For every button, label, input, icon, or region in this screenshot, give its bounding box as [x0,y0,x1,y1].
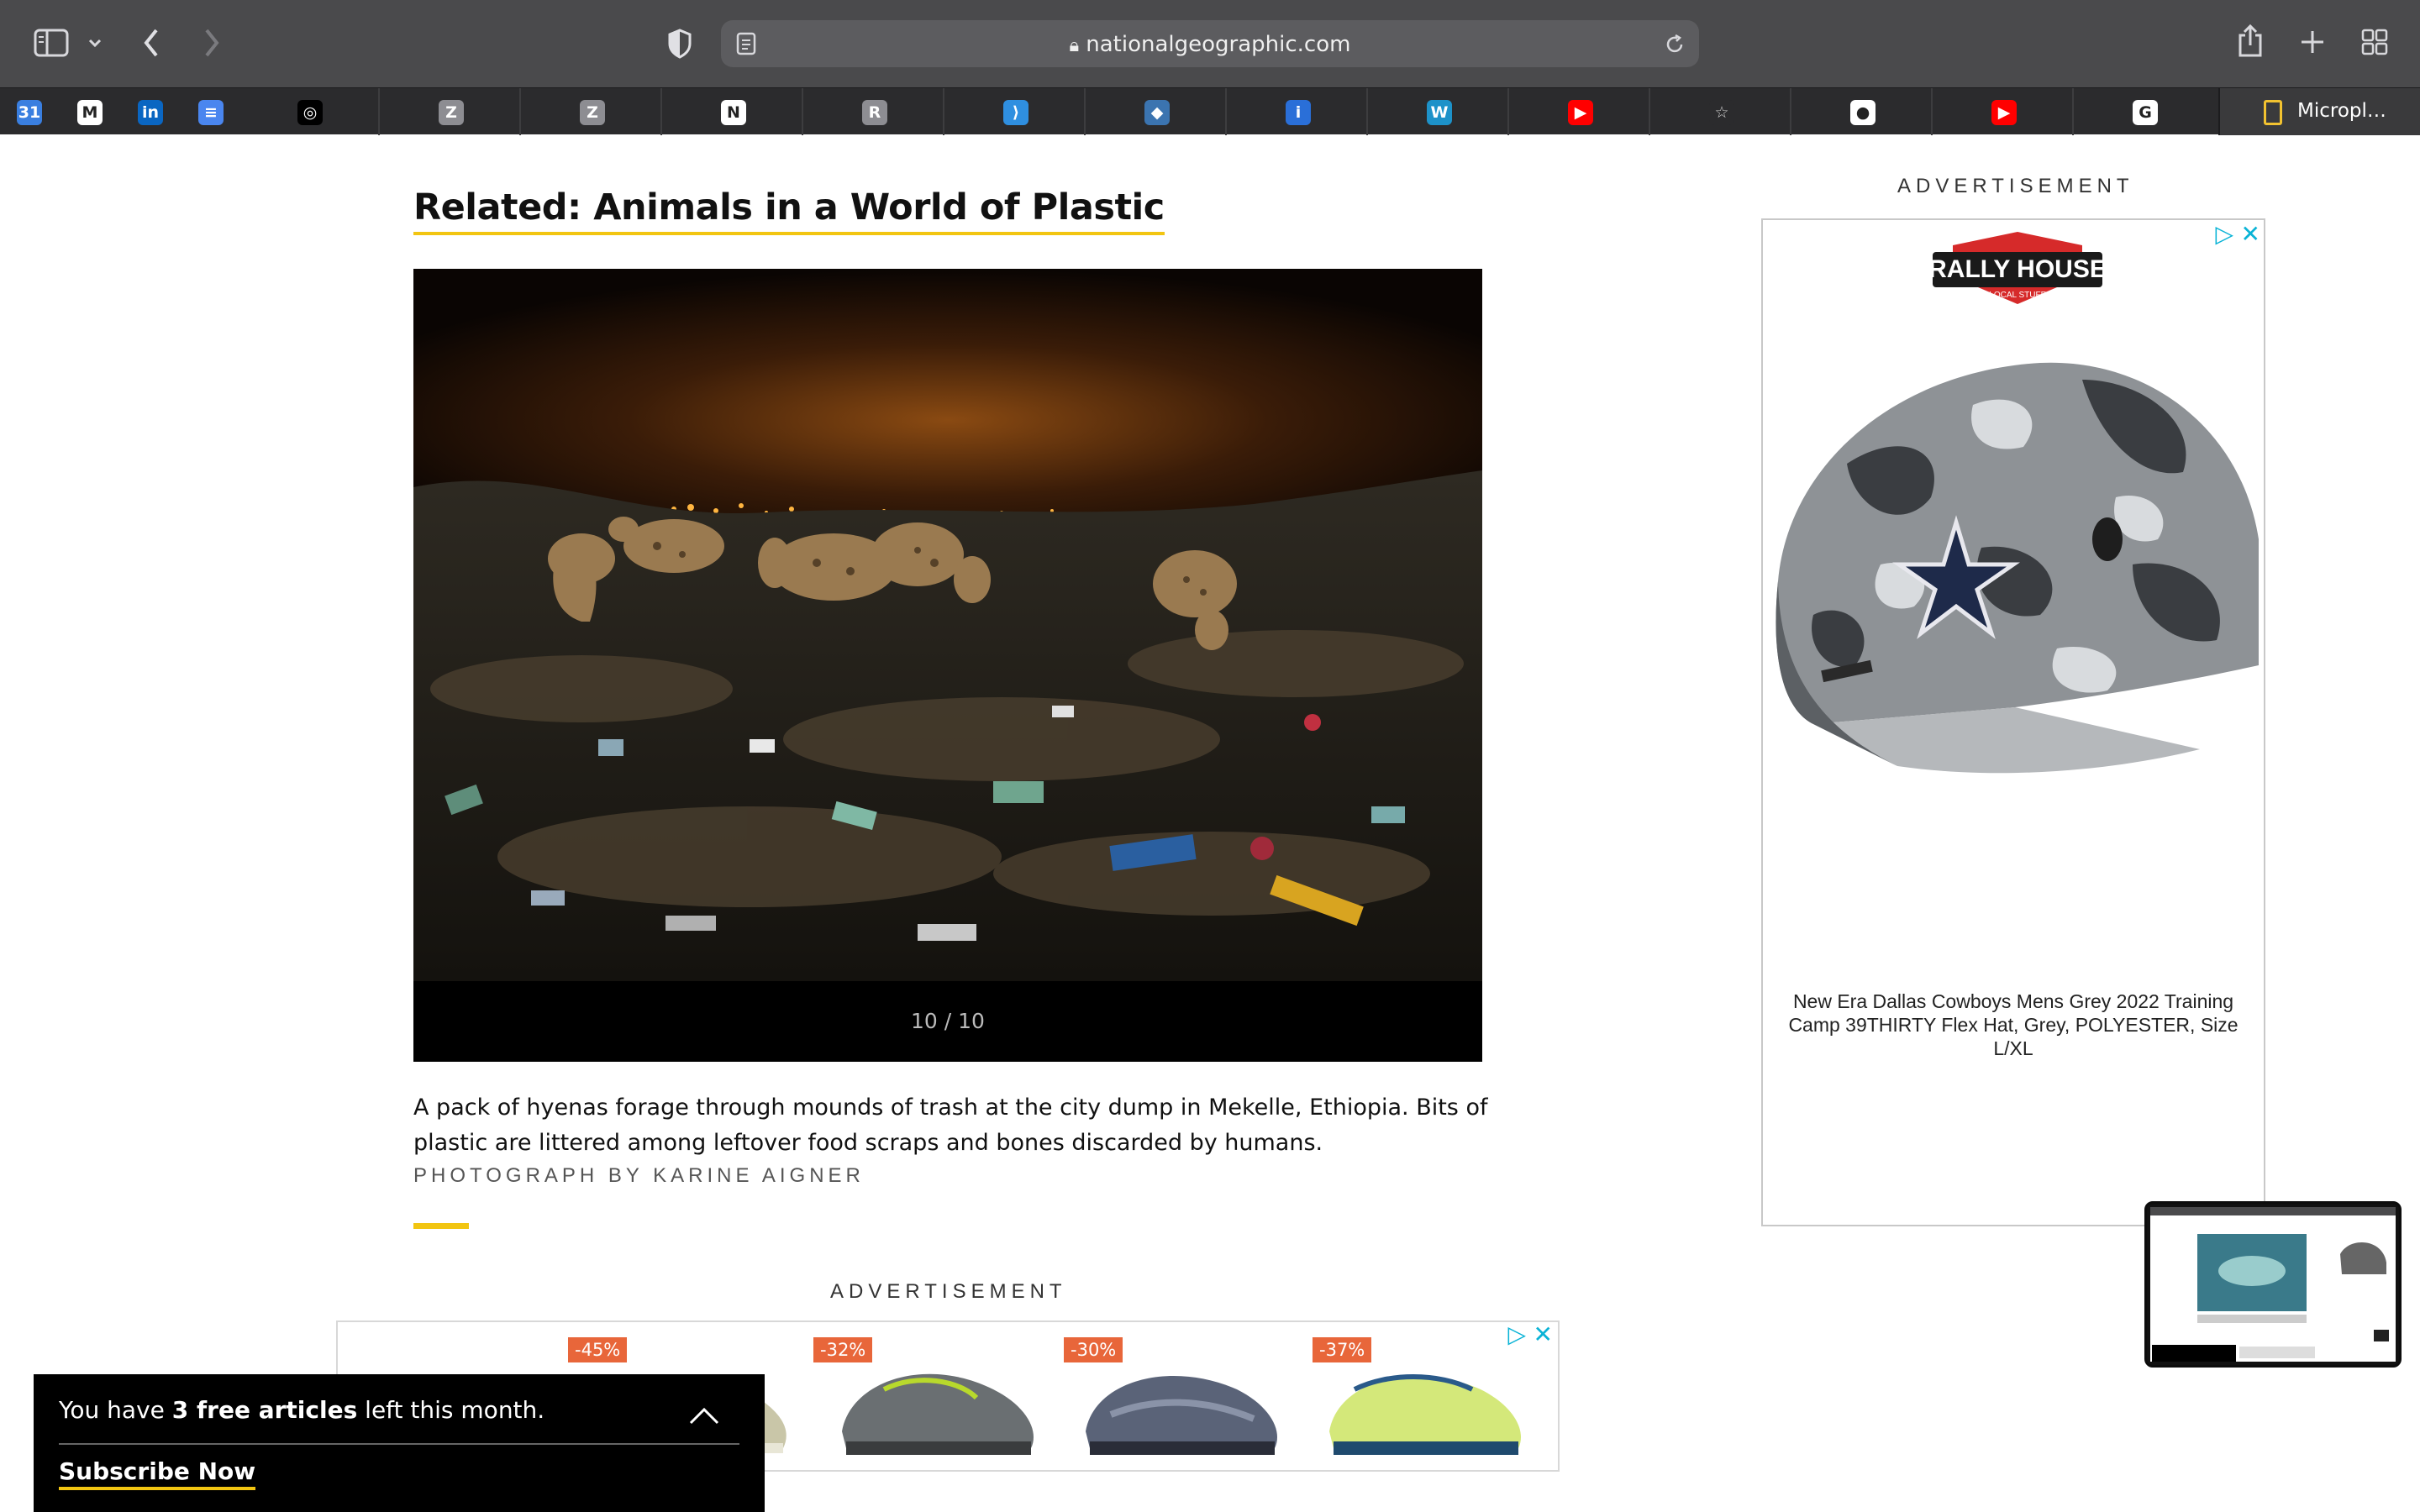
reload-icon[interactable] [1664,34,1686,55]
ad-label-bottom: ADVERTISEMENT [830,1280,1067,1303]
paywall-divider [59,1443,739,1445]
favorites-separator [1507,88,1509,135]
notion-icon[interactable]: N [721,100,746,125]
camo-cap-image [1776,362,2259,774]
z-app-icon-2[interactable]: Z [580,100,605,125]
favorites-separator [1084,88,1086,135]
docs-icon[interactable]: ≡ [198,100,224,125]
python-icon[interactable]: ◆ [1144,100,1170,125]
google-icon[interactable]: G [2133,100,2158,125]
w-app-icon[interactable]: W [1427,100,1452,125]
window-thumbnail[interactable] [2144,1201,2402,1368]
section-divider [413,1223,469,1229]
photo-credit: PHOTOGRAPH BY KARINE AIGNER [413,1164,865,1187]
subscribe-now-link[interactable]: Subscribe Now [59,1457,256,1490]
ad-label-right: ADVERTISEMENT [1897,175,2134,197]
adchoices-icon[interactable]: ▷ [2215,220,2233,248]
favorites-separator [378,88,380,135]
youtube-icon[interactable]: ▶ [1568,100,1593,125]
hyenas-photo-image [413,269,1482,981]
favorites-separator [2072,88,2074,135]
new-tab-icon[interactable] [2299,29,2326,55]
favorites-separator [943,88,944,135]
favorites-separator [1366,88,1368,135]
tab-overview-icon[interactable] [2361,29,2388,55]
gallery-photo[interactable] [413,269,1482,981]
z-app-icon[interactable]: Z [439,100,464,125]
lock-icon: 🔒︎ [1069,35,1080,56]
ad-close-icon[interactable]: ✕ [1534,1322,1553,1348]
browser-toolbar: 🔒︎ nationalgeographic.com [0,0,2420,87]
r-app-icon[interactable]: R [862,100,887,125]
calendar-icon[interactable]: 31 [17,100,42,125]
favorites-separator [1225,88,1227,135]
ad-close-icon[interactable]: ✕ [2241,220,2260,248]
discount-badge: -37% [1313,1337,1372,1362]
info-icon[interactable]: i [1286,100,1311,125]
favorites-bar: 31 Min ≡ ◎ Z Z N R ⟩ ◆ i W ▶ ☆ ● ▶ G Micropl… [0,87,2420,135]
address-bar[interactable]: 🔒︎ nationalgeographic.com [721,20,1699,67]
discount-badge: -45% [568,1337,628,1362]
favorite-label: Micropl… [2297,100,2386,122]
privacy-shield-icon[interactable] [667,29,692,59]
sidebar-toggle-icon[interactable] [34,29,69,57]
paywall-text-1: You have [59,1396,172,1424]
discount-badge: -32% [813,1337,873,1362]
favorites-separator [1649,88,1650,135]
photo-caption: A pack of hyenas forage through mounds o… [413,1095,1488,1156]
linkedin-icon[interactable]: in [138,100,163,125]
url-label: nationalgeographic.com [1086,32,1351,57]
paywall-text-2: left this month. [357,1396,545,1424]
url-text[interactable]: 🔒︎ nationalgeographic.com [721,32,1699,57]
back-icon[interactable] [141,27,161,59]
favorites-separator [1931,88,1933,135]
rally-house-logo: RALLY HOUSE LOCAL STUFF [1928,232,2107,304]
discount-badge: -30% [1064,1337,1123,1362]
vscode-icon[interactable]: ⟩ [1003,100,1028,125]
document-icon [2264,100,2282,125]
youtube-icon-2[interactable]: ▶ [1991,100,2017,125]
ad-product-description[interactable]: New Era Dallas Cowboys Mens Grey 2022 Tr… [1771,990,2255,1060]
forward-icon[interactable] [202,27,222,59]
favorites-separator [660,88,662,135]
paywall-count: 3 free articles [171,1396,358,1424]
chevron-down-icon[interactable] [87,37,103,49]
star-icon[interactable]: ☆ [1709,100,1734,125]
github-icon[interactable]: ● [1850,100,1876,125]
free-articles-message: You have 3 free articles left this month… [59,1396,544,1424]
share-icon[interactable] [2237,24,2264,59]
favorite-tab-micropl[interactable]: Micropl… [2218,88,2420,135]
spiral-app-icon[interactable]: ◎ [297,100,323,125]
paywall-banner: You have 3 free articles left this month… [34,1374,765,1512]
ad-rally-house[interactable]: ▷ ✕ RALLY HOUSE LOCAL STUFF New Era Dall… [1761,218,2265,1226]
gallery-counter: 10 / 10 [413,981,1482,1062]
ad-brand: RALLY HOUSE [1928,255,2107,283]
favorites-separator [802,88,803,135]
chevron-up-icon[interactable] [687,1399,721,1433]
favorites-separator [519,88,521,135]
thumbnail-preview-image [2150,1207,2396,1362]
gmail-icon[interactable]: M [77,100,103,125]
related-heading[interactable]: Related: Animals in a World of Plastic [413,183,1165,235]
ad-brand-sub: LOCAL STUFF [1989,291,2045,300]
favorites-separator [1790,88,1791,135]
